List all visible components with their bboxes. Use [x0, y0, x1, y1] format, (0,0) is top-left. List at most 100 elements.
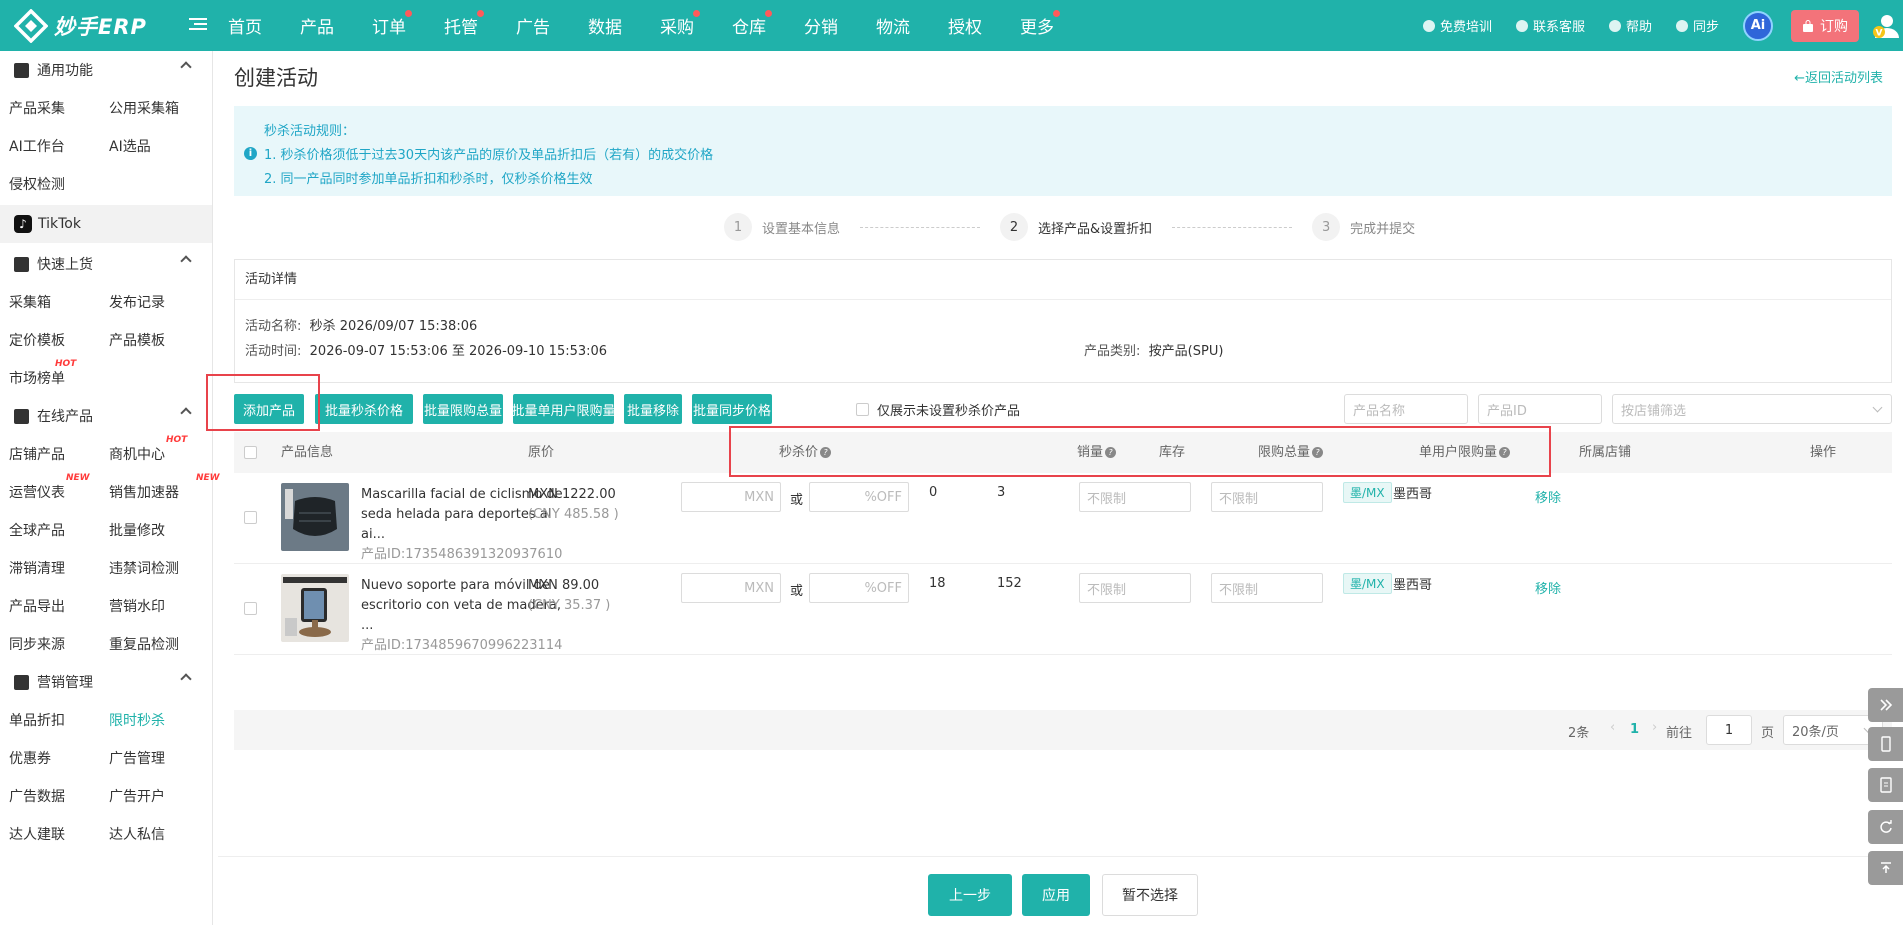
select-all-checkbox[interactable] — [244, 446, 257, 463]
checkbox[interactable] — [856, 402, 869, 416]
batch-total-limit-button[interactable]: 批量限购总量 — [423, 394, 503, 424]
sidebar-item-coupon[interactable]: 优惠券 — [0, 748, 100, 768]
sidebar-item-ad-data[interactable]: 广告数据 — [0, 786, 100, 806]
support-link[interactable]: 联系客服 — [1515, 16, 1585, 35]
nav-home[interactable]: 首页 — [228, 13, 262, 38]
sidebar-group-marketing[interactable]: 营销管理 — [0, 663, 212, 701]
nav-purchase[interactable]: 采购 — [660, 10, 700, 38]
prev-page-icon[interactable]: ‹ — [1610, 720, 1615, 735]
sidebar-item-duplicate[interactable]: 重复品检测 — [100, 634, 200, 654]
page-number[interactable]: 1 — [1630, 722, 1639, 737]
sidebar-item-opportunity[interactable]: 商机中心 HOT — [100, 435, 200, 464]
batch-flash-price-button[interactable]: 批量秒杀价格 — [315, 394, 413, 424]
apply-button[interactable]: 应用 — [1022, 874, 1090, 916]
notification-dot — [1053, 10, 1060, 17]
training-link[interactable]: 免费培训 — [1422, 16, 1492, 35]
nav-data[interactable]: 数据 — [588, 13, 622, 38]
mobile-icon[interactable] — [1868, 727, 1903, 761]
sidebar-item-ad-manage[interactable]: 广告管理 — [100, 748, 200, 768]
sidebar-item-ops-dashboard[interactable]: 运营仪表 NEW — [0, 473, 100, 502]
sidebar-group-online-products[interactable]: 在线产品 — [0, 397, 212, 435]
help-icon — [1608, 19, 1621, 32]
ai-assistant-button[interactable]: Ai — [1743, 10, 1773, 41]
product-thumbnail[interactable] — [281, 574, 349, 642]
platform-tiktok[interactable]: ♪ TikTok — [0, 205, 212, 243]
help-link[interactable]: 帮助 — [1608, 16, 1652, 35]
skip-button[interactable]: 暂不选择 — [1102, 874, 1198, 916]
back-to-top-icon[interactable] — [1868, 851, 1903, 885]
sidebar-item-global-products[interactable]: 全球产品 — [0, 520, 100, 540]
chat-icon — [1515, 19, 1528, 32]
sidebar-item-banned-words[interactable]: 违禁词检测 — [100, 558, 200, 578]
row-checkbox[interactable] — [244, 602, 257, 619]
discount-percent-input[interactable]: %OFF — [809, 573, 909, 603]
nav-warehouse[interactable]: 仓库 — [732, 10, 772, 38]
user-avatar-icon[interactable]: V — [1871, 12, 1899, 40]
nav-order[interactable]: 订单 — [372, 10, 412, 38]
sidebar-item-collect[interactable]: 产品采集 — [0, 98, 100, 118]
only-unset-filter[interactable]: 仅展示未设置秒杀价产品 — [856, 394, 1020, 424]
sidebar-item-sales-accel[interactable]: 销售加速器 NEW — [100, 473, 220, 502]
limit-user-input[interactable]: 不限制 — [1211, 573, 1323, 603]
refresh-icon[interactable] — [1868, 810, 1903, 844]
page-jump-input[interactable]: 1 — [1706, 715, 1752, 745]
collapse-icon[interactable] — [1868, 688, 1903, 722]
product-name-input[interactable]: 产品名称 — [1344, 394, 1468, 424]
product-id-input[interactable]: 产品ID — [1478, 394, 1602, 424]
limit-total-input[interactable]: 不限制 — [1079, 573, 1191, 603]
order-button[interactable]: 订购 — [1791, 9, 1859, 42]
sidebar-item-sync-source[interactable]: 同步来源 — [0, 634, 100, 654]
prev-step-button[interactable]: 上一步 — [928, 874, 1012, 916]
remove-link[interactable]: 移除 — [1535, 578, 1561, 597]
sidebar-item-infringement[interactable]: 侵权检测 — [0, 174, 100, 194]
page-unit-label: 页 — [1761, 726, 1775, 741]
ticket-icon — [14, 674, 29, 690]
sidebar-item-export[interactable]: 产品导出 — [0, 596, 100, 616]
nav-product[interactable]: 产品 — [300, 13, 334, 38]
logo[interactable]: 妙手ERP — [14, 9, 147, 43]
nav-more[interactable]: 更多 — [1020, 10, 1060, 38]
shop-filter-select[interactable]: 按店铺筛选 — [1612, 394, 1892, 424]
batch-user-limit-button[interactable]: 批量单用户限购量 — [512, 394, 616, 424]
sidebar-item-market-rank[interactable]: 市场榜单 HOT — [0, 359, 100, 388]
nav-hosting[interactable]: 托管 — [444, 10, 484, 38]
sidebar-item-price-template[interactable]: 定价模板 — [0, 330, 100, 350]
sidebar-item-publish-log[interactable]: 发布记录 — [100, 292, 200, 312]
next-page-icon[interactable]: › — [1652, 720, 1657, 735]
svg-text:V: V — [1876, 28, 1883, 38]
sidebar-item-flash-sale[interactable]: 限时秒杀 — [100, 710, 200, 730]
sidebar-item-product-template[interactable]: 产品模板 — [100, 330, 200, 350]
sidebar-item-batch-edit[interactable]: 批量修改 — [100, 520, 200, 540]
sidebar-item-shop-products[interactable]: 店铺产品 — [0, 444, 100, 464]
sidebar-item-ad-account[interactable]: 广告开户 — [100, 786, 200, 806]
nav-logistics[interactable]: 物流 — [876, 13, 910, 38]
discount-percent-input[interactable]: %OFF — [809, 482, 909, 512]
sidebar-group-general[interactable]: 通用功能 — [0, 51, 212, 89]
sidebar-item-creator-link[interactable]: 达人建联 — [0, 824, 100, 844]
sidebar-group-quick-upload[interactable]: 快速上货 — [0, 245, 212, 283]
sidebar-item-slow-moving[interactable]: 滞销清理 — [0, 558, 100, 578]
sidebar-item-public-box[interactable]: 公用采集箱 — [100, 98, 200, 118]
row-checkbox[interactable] — [244, 511, 257, 528]
sidebar-item-ai-select[interactable]: AI选品 — [100, 136, 200, 156]
feedback-icon[interactable] — [1868, 768, 1903, 802]
flash-price-input[interactable]: MXN — [681, 573, 781, 603]
flash-price-input[interactable]: MXN — [681, 482, 781, 512]
limit-total-input[interactable]: 不限制 — [1079, 482, 1191, 512]
nav-ads[interactable]: 广告 — [516, 13, 550, 38]
menu-toggle-icon[interactable] — [189, 15, 207, 33]
batch-remove-button[interactable]: 批量移除 — [624, 394, 682, 424]
batch-sync-price-button[interactable]: 批量同步价格 — [692, 394, 772, 424]
sync-link[interactable]: 同步 — [1675, 16, 1719, 35]
nav-authorize[interactable]: 授权 — [948, 13, 982, 38]
product-thumbnail[interactable] — [281, 483, 349, 551]
remove-link[interactable]: 移除 — [1535, 487, 1561, 506]
sidebar-item-discount[interactable]: 单品折扣 — [0, 710, 100, 730]
sidebar-item-creator-msg[interactable]: 达人私信 — [100, 824, 200, 844]
sidebar-item-ai-workbench[interactable]: AI工作台 — [0, 136, 100, 156]
nav-distribution[interactable]: 分销 — [804, 13, 838, 38]
sidebar-item-watermark[interactable]: 营销水印 — [100, 596, 200, 616]
sidebar-item-collect-box[interactable]: 采集箱 — [0, 292, 100, 312]
back-to-list-link[interactable]: ←返回活动列表 — [1794, 67, 1883, 86]
limit-user-input[interactable]: 不限制 — [1211, 482, 1323, 512]
